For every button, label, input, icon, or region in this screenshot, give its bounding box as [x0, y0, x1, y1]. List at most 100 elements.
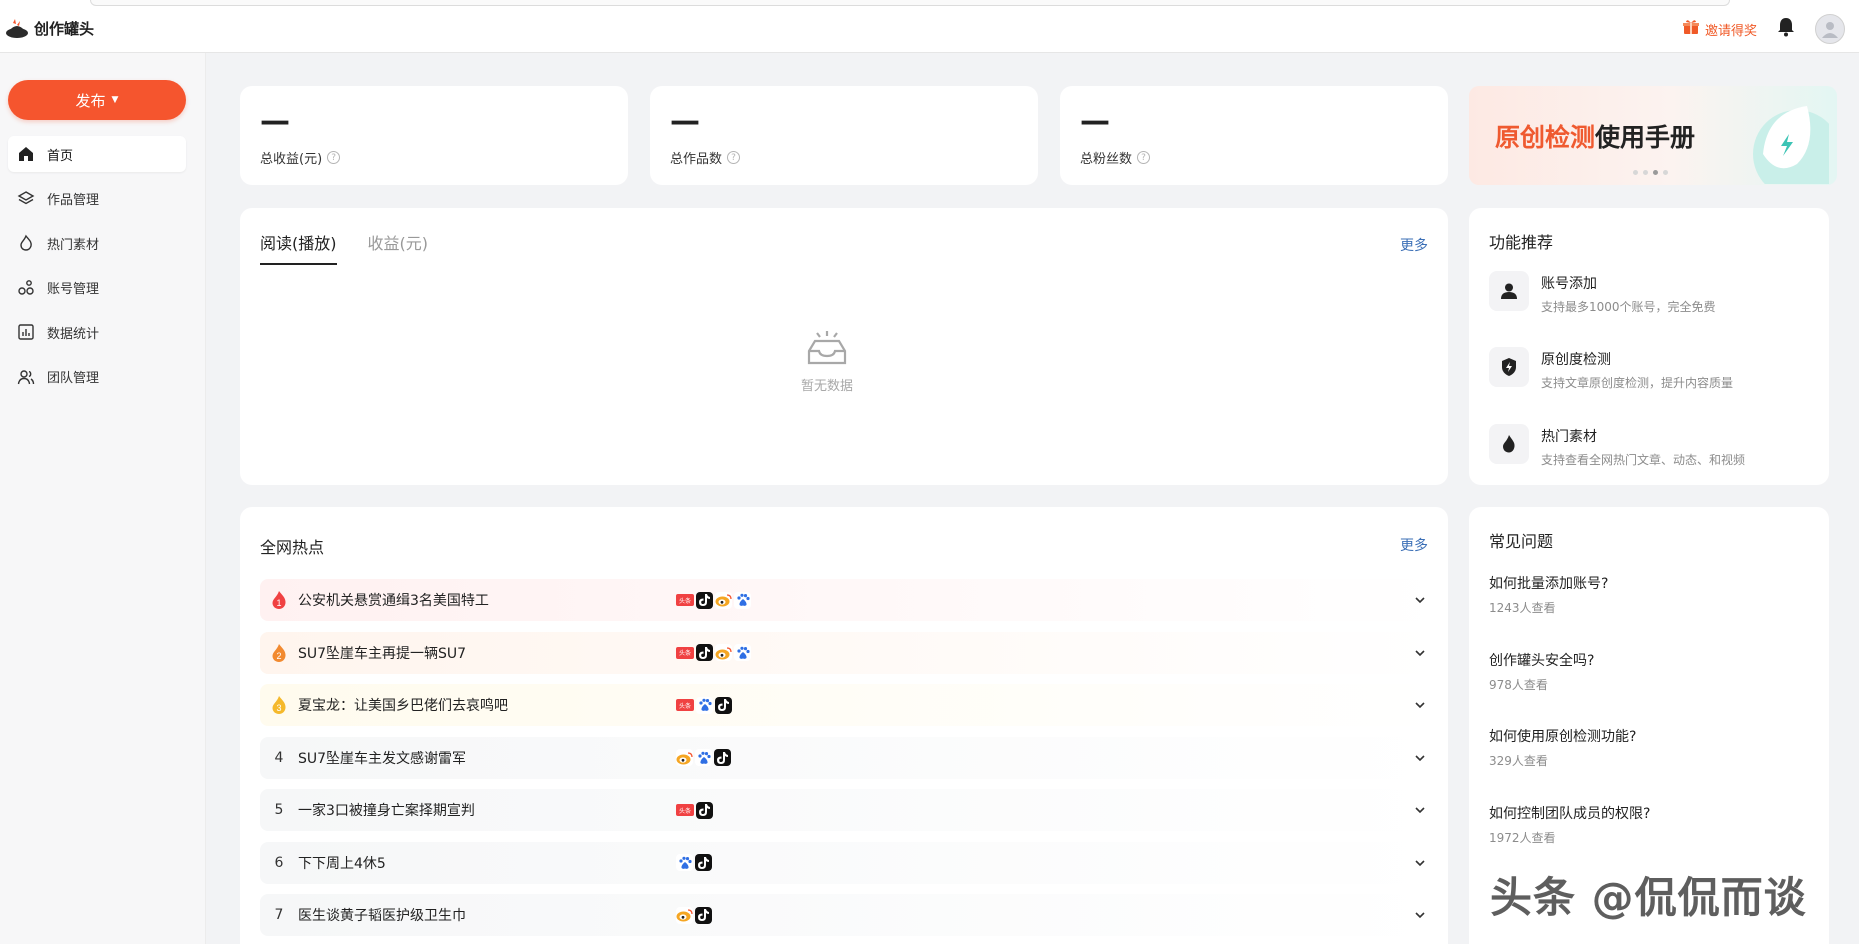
- feature-originality-check[interactable]: 原创度检测 支持文章原创度检测，提升内容质量: [1489, 347, 1733, 391]
- hot-topics-card: 全网热点 更多 1 公安机关悬赏通缉3名美国特工 头条 2 SU7坠崖车主再提一辆SU7…: [240, 507, 1448, 944]
- hot-topic-row[interactable]: 3 夏宝龙：让美国乡巴佬们去哀鸣吧 头条: [260, 684, 1443, 726]
- trend-tabs: 阅读(播放) 收益(元): [260, 230, 428, 265]
- help-icon[interactable]: ?: [327, 151, 341, 164]
- hot-topic-row[interactable]: 5 一家3口被撞身亡案择期宣判 头条: [260, 789, 1443, 831]
- baidu-icon: [695, 749, 712, 766]
- top-bar: 创作罐头 邀请得奖: [0, 0, 1859, 53]
- help-icon[interactable]: ?: [727, 151, 741, 164]
- banner-title-highlight: 原创检测: [1495, 123, 1596, 152]
- more-link[interactable]: 更多: [1400, 235, 1428, 255]
- sidebar-item-works[interactable]: 作品管理: [8, 181, 186, 217]
- sidebar-item-statistics[interactable]: 数据统计: [8, 314, 186, 350]
- sidebar-item-label: 团队管理: [47, 371, 100, 386]
- feature-hot-materials[interactable]: 热门素材 支持查看全网热门文章、动态、和视频: [1489, 424, 1745, 468]
- douyin-icon: [696, 591, 713, 609]
- faq-views: 978人查看: [1489, 678, 1548, 692]
- shield-bolt-icon: [1489, 347, 1529, 387]
- hot-topic-row[interactable]: 6 下下周上4休5: [260, 841, 1443, 884]
- sidebar-item-label: 数据统计: [47, 326, 100, 342]
- guide-banner[interactable]: 原创检测使用手册: [1469, 86, 1837, 185]
- app-logo[interactable]: 创作罐头: [4, 18, 94, 39]
- faq-question: 如何控制团队成员的权限?: [1489, 806, 1651, 822]
- tab-revenue[interactable]: 收益(元): [368, 230, 429, 265]
- hot-topic-title: 医生谈黄子韬医护级卫生巾: [298, 908, 466, 924]
- invite-label: 邀请得奖: [1704, 23, 1757, 39]
- faq-views: 1972人查看: [1489, 831, 1556, 845]
- baidu-icon: [734, 644, 751, 661]
- stat-value: —: [260, 104, 290, 139]
- douyin-icon: [695, 906, 712, 924]
- rank-number: 6: [274, 854, 284, 871]
- flame-icon: [1489, 424, 1529, 464]
- hot-topic-row[interactable]: 7 医生谈黄子韬医护级卫生巾: [260, 894, 1443, 936]
- faq-item[interactable]: 如何使用原创检测功能? 329人查看: [1489, 726, 1636, 769]
- sidebar: 发布 ▼ 首页 作品管理 热门素材 账号管理 数据统计 团队管理: [0, 53, 206, 944]
- hot-topic-title: 一家3口被撞身亡案择期宣判: [298, 803, 475, 819]
- hot-topic-title: 公安机关悬赏通缉3名美国特工: [298, 593, 489, 609]
- platform-icons: [676, 906, 712, 924]
- faq-question: 如何批量添加账号?: [1489, 576, 1609, 592]
- stat-card-revenue: — 总收益(元) ?: [240, 86, 628, 185]
- chevron-down-icon[interactable]: [1413, 803, 1427, 817]
- feature-add-account[interactable]: 账号添加 支持最多1000个账号，完全免费: [1489, 271, 1716, 315]
- hot-topic-row[interactable]: 2 SU7坠崖车主再提一辆SU7 头条: [260, 631, 1443, 674]
- sidebar-item-label: 作品管理: [47, 193, 100, 208]
- douyin-icon: [714, 749, 731, 766]
- baidu-icon: [696, 696, 713, 714]
- douyin-icon: [715, 696, 732, 714]
- banner-title-rest: 使用手册: [1595, 123, 1696, 152]
- help-icon[interactable]: ?: [1137, 151, 1151, 164]
- bell-icon[interactable]: [1777, 17, 1795, 41]
- faq-item[interactable]: 如何控制团队成员的权限? 1972人查看: [1489, 803, 1650, 846]
- toutiao-icon: 头条: [676, 804, 694, 816]
- faq-question: 如何使用原创检测功能?: [1489, 729, 1637, 745]
- sidebar-item-home[interactable]: 首页: [8, 136, 186, 172]
- platform-icons: 头条: [676, 644, 751, 661]
- avatar[interactable]: [1815, 14, 1845, 44]
- feature-desc: 支持查看全网热门文章、动态、和视频: [1541, 453, 1746, 467]
- toutiao-icon: 头条: [676, 594, 694, 606]
- faq-item[interactable]: 如何批量添加账号? 1243人查看: [1489, 573, 1608, 616]
- chevron-down-icon[interactable]: [1413, 646, 1427, 660]
- stat-label: 总作品数 ?: [670, 148, 741, 167]
- weibo-icon: [676, 749, 693, 766]
- baidu-icon: [734, 591, 751, 609]
- stat-label: 总粉丝数 ?: [1080, 148, 1151, 167]
- home-icon: [19, 147, 33, 161]
- stat-card-works: — 总作品数 ?: [650, 86, 1038, 185]
- chevron-down-icon[interactable]: [1413, 856, 1427, 870]
- layers-icon: [17, 190, 35, 204]
- sidebar-nav: 首页 作品管理 热门素材 账号管理 数据统计 团队管理: [8, 136, 186, 403]
- baidu-icon: [676, 854, 693, 871]
- feature-title: 热门素材: [1541, 429, 1597, 445]
- svg-text:2: 2: [276, 651, 281, 661]
- faq-views: 1243人查看: [1489, 601, 1556, 615]
- chevron-down-icon[interactable]: [1413, 908, 1427, 922]
- invite-button[interactable]: 邀请得奖: [1682, 18, 1757, 40]
- sidebar-item-accounts[interactable]: 账号管理: [8, 270, 186, 306]
- empty-box-icon: [807, 331, 847, 365]
- feature-title: 账号添加: [1541, 276, 1597, 292]
- hot-topic-row[interactable]: 1 公安机关悬赏通缉3名美国特工 头条: [260, 579, 1443, 621]
- publish-button[interactable]: 发布 ▼: [8, 80, 186, 120]
- hot-topic-title: SU7坠崖车主发文感谢雷军: [298, 750, 467, 767]
- chevron-down-icon[interactable]: [1413, 751, 1427, 765]
- weibo-icon: [715, 591, 732, 609]
- stat-card-fans: — 总粉丝数 ?: [1060, 86, 1448, 185]
- team-icon: [17, 369, 35, 384]
- caret-down-icon: ▼: [111, 95, 119, 105]
- more-link[interactable]: 更多: [1400, 535, 1428, 555]
- banner-title: 原创检测使用手册: [1495, 118, 1695, 154]
- carousel-dots[interactable]: [1633, 170, 1668, 175]
- rank-number: 7: [274, 907, 284, 923]
- chevron-down-icon[interactable]: [1413, 698, 1427, 712]
- douyin-icon: [695, 854, 712, 871]
- shield-leaf-icon: [1737, 94, 1837, 185]
- sidebar-item-team[interactable]: 团队管理: [8, 359, 186, 395]
- stat-value: —: [1080, 104, 1110, 139]
- chevron-down-icon[interactable]: [1413, 593, 1427, 607]
- faq-item[interactable]: 创作罐头安全吗? 978人查看: [1489, 650, 1594, 693]
- hot-topic-row[interactable]: 4 SU7坠崖车主发文感谢雷军: [260, 736, 1443, 779]
- tab-reads[interactable]: 阅读(播放): [260, 230, 337, 265]
- sidebar-item-hot-materials[interactable]: 热门素材: [8, 225, 186, 261]
